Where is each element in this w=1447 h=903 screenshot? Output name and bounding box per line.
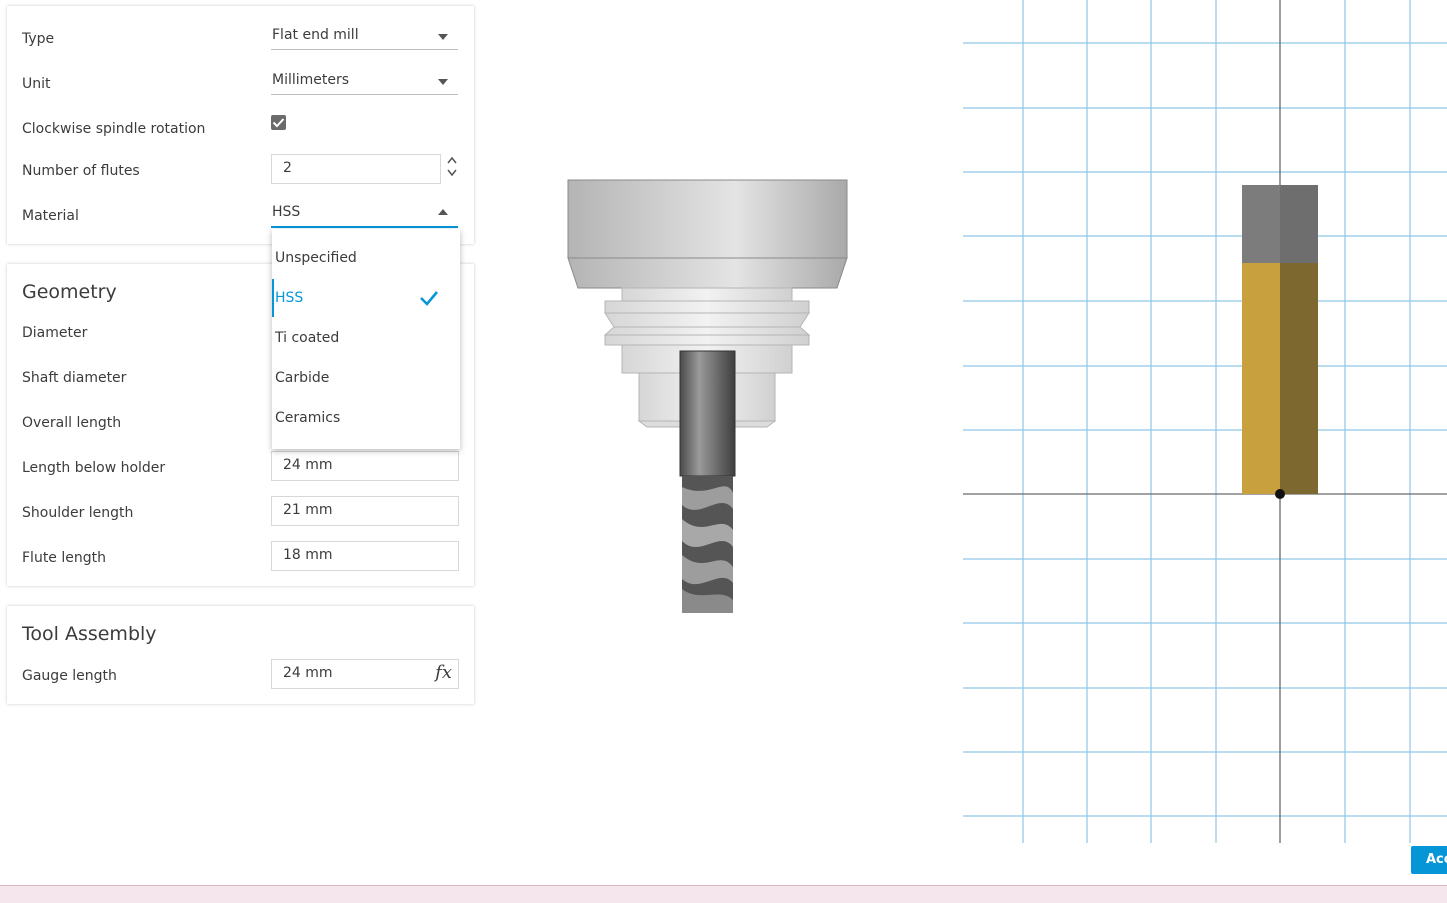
length-below-holder-label: Length below holder (22, 460, 166, 476)
spindle-label: Clockwise spindle rotation (22, 121, 206, 137)
origin-point (1275, 489, 1285, 499)
diameter-label: Diameter (22, 325, 88, 341)
shoulder-length-input[interactable]: 21 mm (271, 496, 459, 526)
length-below-holder-value: 24 mm (283, 457, 333, 473)
formula-fx-icon[interactable]: fx (435, 662, 452, 683)
type-value: Flat end mill (272, 27, 359, 43)
checkmark-icon (420, 291, 438, 306)
gauge-length-value: 24 mm (283, 665, 333, 681)
taskbar (0, 885, 1447, 903)
material-select[interactable]: HSS (271, 200, 458, 228)
type-select[interactable]: Flat end mill (271, 23, 458, 50)
gauge-length-input[interactable]: 24 mm fx (271, 659, 459, 689)
overall-length-label: Overall length (22, 415, 122, 431)
tool-holder-3d-preview[interactable] (560, 175, 860, 620)
flute-length-label: Flute length (22, 550, 106, 566)
material-value: HSS (272, 204, 301, 220)
flute-length-value: 18 mm (283, 547, 333, 563)
material-option-hss[interactable]: HSS (272, 278, 460, 318)
chevron-up-icon (438, 209, 448, 215)
spindle-checkbox[interactable] (271, 115, 286, 130)
tool-flutes (682, 476, 733, 613)
tool-assembly-title: Tool Assembly (22, 623, 157, 645)
unit-label: Unit (22, 76, 51, 92)
chevron-down-icon (447, 169, 457, 177)
material-dropdown-list: Unspecified HSS Ti coated Carbide Cerami… (272, 229, 460, 449)
shoulder-length-label: Shoulder length (22, 505, 134, 521)
tool-shank (679, 350, 736, 477)
flutes-input[interactable]: 2 (271, 154, 441, 184)
tool-profile-grid-view[interactable] (963, 0, 1447, 843)
material-option-unspecified[interactable]: Unspecified (272, 238, 460, 278)
gauge-length-label: Gauge length (22, 668, 117, 684)
flutes-label: Number of flutes (22, 163, 140, 179)
tool-assembly-card: Tool Assembly Gauge length 24 mm fx (7, 606, 474, 704)
type-label: Type (22, 31, 55, 47)
shaft-diameter-label: Shaft diameter (22, 370, 127, 386)
holder-taper (567, 257, 848, 289)
general-card: Type Flat end mill Unit Millimeters Cloc… (7, 6, 474, 244)
holder-cap (567, 179, 848, 259)
accept-button[interactable]: Acc (1411, 846, 1447, 874)
unit-value: Millimeters (272, 72, 350, 88)
flutes-spinner[interactable] (446, 154, 458, 182)
chevron-down-icon (438, 34, 448, 40)
material-label: Material (22, 208, 79, 224)
material-option-carbide[interactable]: Carbide (272, 358, 460, 398)
material-option-ceramics[interactable]: Ceramics (272, 398, 460, 438)
flutes-value: 2 (283, 160, 292, 176)
geometry-title: Geometry (22, 281, 117, 303)
checkmark-icon (272, 118, 285, 128)
chevron-down-icon (438, 79, 448, 85)
length-below-holder-input[interactable]: 24 mm (271, 451, 459, 481)
unit-select[interactable]: Millimeters (271, 68, 458, 95)
chevron-up-icon (447, 156, 457, 164)
flute-length-input[interactable]: 18 mm (271, 541, 459, 571)
shoulder-length-value: 21 mm (283, 502, 333, 518)
material-option-ti-coated[interactable]: Ti coated (272, 318, 460, 358)
